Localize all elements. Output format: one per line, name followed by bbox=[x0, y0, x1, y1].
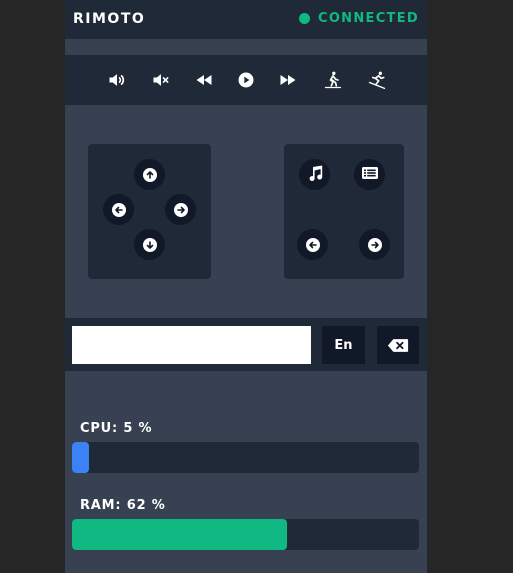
connection-status: CONNECTED bbox=[298, 11, 419, 26]
play-icon bbox=[238, 72, 254, 88]
header: RIMOTO CONNECTED bbox=[65, 0, 427, 39]
right-button[interactable] bbox=[165, 194, 196, 225]
ram-progress-fill bbox=[72, 519, 288, 550]
direction-pad bbox=[88, 144, 211, 279]
language-button[interactable]: En bbox=[322, 326, 365, 364]
person-walking-button[interactable] bbox=[321, 68, 345, 92]
arrow-up-icon bbox=[142, 167, 157, 182]
person-skiing-button[interactable] bbox=[365, 68, 389, 92]
rewind-button[interactable] bbox=[192, 68, 216, 92]
mute-button[interactable] bbox=[149, 68, 173, 92]
rewind-icon bbox=[196, 75, 212, 85]
music-note-icon bbox=[306, 164, 324, 186]
list-button[interactable] bbox=[354, 159, 385, 190]
person-walking-icon bbox=[324, 71, 342, 89]
ram-label: RAM: 62 % bbox=[80, 498, 166, 513]
cpu-progress-track bbox=[72, 442, 419, 473]
ram-value: 62 bbox=[126, 498, 147, 513]
ram-unit: % bbox=[151, 498, 166, 513]
play-button[interactable] bbox=[234, 68, 258, 92]
cpu-label-prefix: CPU: bbox=[80, 421, 119, 436]
person-skiing-icon bbox=[368, 71, 386, 90]
arrow-right-icon bbox=[173, 202, 188, 217]
mute-icon bbox=[153, 74, 169, 86]
text-input[interactable] bbox=[72, 326, 311, 364]
left-button[interactable] bbox=[103, 194, 134, 225]
list-icon bbox=[361, 164, 379, 186]
media-controls-bar bbox=[65, 55, 427, 105]
fast-forward-icon bbox=[280, 75, 296, 85]
volume-up-icon bbox=[109, 74, 125, 86]
cpu-progress-fill bbox=[72, 442, 90, 473]
ram-label-prefix: RAM: bbox=[80, 498, 122, 513]
music-button[interactable] bbox=[299, 159, 330, 190]
up-button[interactable] bbox=[134, 159, 165, 190]
fast-forward-button[interactable] bbox=[276, 68, 300, 92]
cpu-label: CPU: 5 % bbox=[80, 421, 152, 436]
arrow-left-icon bbox=[111, 202, 126, 217]
remote-app: RIMOTO CONNECTED En CPU: 5 % RAM: 62 % bbox=[65, 0, 427, 573]
down-button[interactable] bbox=[134, 229, 165, 260]
arrow-left-icon bbox=[305, 237, 320, 252]
status-text: CONNECTED bbox=[317, 11, 419, 26]
ram-progress-track bbox=[72, 519, 419, 550]
cpu-value: 5 bbox=[123, 421, 134, 436]
next-button[interactable] bbox=[359, 229, 390, 260]
backspace-button[interactable] bbox=[377, 326, 419, 364]
cpu-unit: % bbox=[138, 421, 153, 436]
media-pad bbox=[284, 144, 404, 279]
previous-button[interactable] bbox=[297, 229, 328, 260]
backspace-icon bbox=[387, 338, 409, 352]
arrow-down-icon bbox=[142, 237, 157, 252]
app-title: RIMOTO bbox=[73, 11, 146, 27]
arrow-right-icon bbox=[367, 237, 382, 252]
status-dot-icon bbox=[298, 13, 310, 24]
keyboard-input-bar: En bbox=[65, 318, 427, 371]
volume-up-button[interactable] bbox=[105, 68, 129, 92]
